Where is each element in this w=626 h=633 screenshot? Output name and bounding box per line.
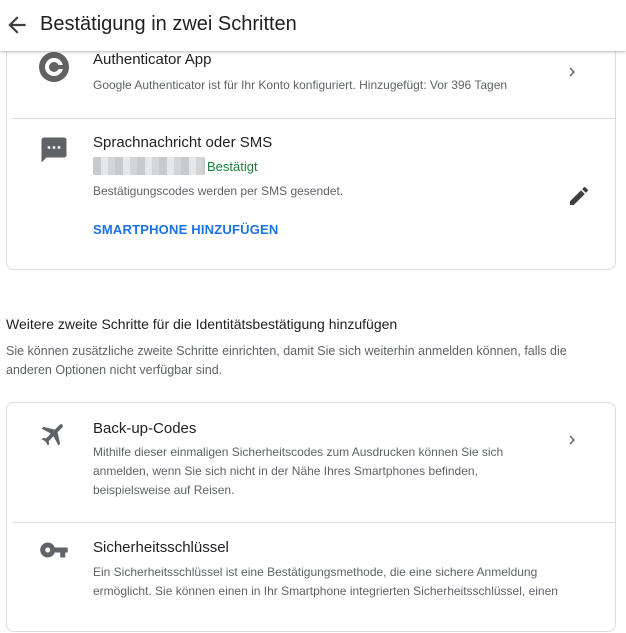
security-key-title: Sicherheitsschlüssel xyxy=(93,539,229,556)
section-description: Sie können zusätzliche zweite Schritte e… xyxy=(6,344,567,377)
backup-codes-description: Mithilfe dieser einmaligen Sicherheitsco… xyxy=(93,445,504,497)
backup-codes-title: Back-up-Codes xyxy=(93,420,197,437)
redacted-phone-number xyxy=(93,157,205,175)
sms-title: Sprachnachricht oder SMS xyxy=(93,134,273,151)
key-icon xyxy=(40,542,68,558)
additional-steps-card: Back-up-Codes Mithilfe dieser einmaligen… xyxy=(6,402,616,632)
chevron-right-icon[interactable] xyxy=(563,431,581,449)
google-authenticator-icon xyxy=(39,52,69,82)
section-title: Weitere zweite Schritte für die Identitä… xyxy=(6,316,398,332)
backup-codes-row[interactable]: Back-up-Codes Mithilfe dieser einmaligen… xyxy=(7,403,615,522)
sms-description: Bestätigungscodes werden per SMS gesende… xyxy=(93,184,344,198)
back-button[interactable] xyxy=(4,12,30,38)
pencil-icon[interactable] xyxy=(567,184,591,208)
page-title: Bestätigung in zwei Schritten xyxy=(40,13,297,35)
authenticator-title: Authenticator App xyxy=(93,51,212,68)
authenticator-description: Google Authenticator ist für Ihr Konto k… xyxy=(93,78,508,92)
security-key-row[interactable]: Sicherheitsschlüssel Ein Sicherheitsschl… xyxy=(7,523,615,633)
chevron-right-icon[interactable] xyxy=(563,63,581,81)
airplane-icon xyxy=(41,424,63,446)
arrow-left-icon xyxy=(8,16,26,34)
second-steps-card: Authenticator App Google Authenticator i… xyxy=(6,30,616,270)
security-key-description: Ein Sicherheitsschlüssel ist eine Bestät… xyxy=(93,565,558,598)
add-phone-button[interactable]: SMARTPHONE HINZUFÜGEN xyxy=(93,222,278,237)
app-header: Bestätigung in zwei Schritten xyxy=(0,0,626,51)
status-badge: Bestätigt xyxy=(207,159,258,174)
message-icon xyxy=(41,137,67,163)
